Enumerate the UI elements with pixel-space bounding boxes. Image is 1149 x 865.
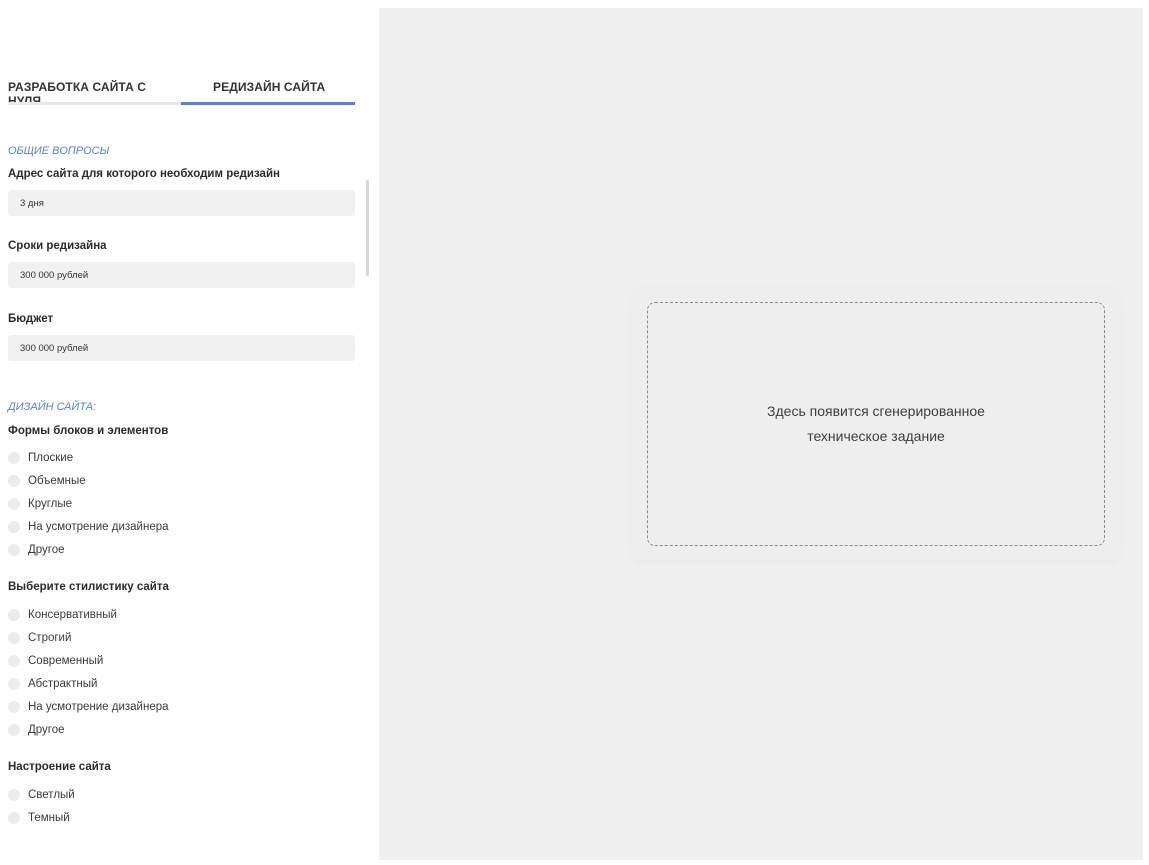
radio-icon xyxy=(8,723,20,736)
form-panel: РАЗРАБОТКА САЙТА С НУЛЯ РЕДИЗАЙН САЙТА О… xyxy=(0,0,372,865)
radio-label: На усмотрение дизайнера xyxy=(28,700,169,713)
field-label-timeline: Сроки редизайна xyxy=(8,240,107,252)
tab-new-site[interactable]: РАЗРАБОТКА САЙТА С НУЛЯ xyxy=(8,78,181,108)
tab-redesign[interactable]: РЕДИЗАЙН САЙТА xyxy=(181,78,355,105)
radio-icon xyxy=(8,543,20,556)
radio-label: Консервативный xyxy=(28,608,117,621)
radio-group-style: Консервативный Строгий Современный Абстр… xyxy=(8,603,308,741)
tab-underline xyxy=(8,102,181,105)
radio-label: Плоские xyxy=(28,451,74,464)
field-label-budget: Бюджет xyxy=(8,313,54,325)
radio-label: Объемные xyxy=(28,474,86,487)
radio-label: Другое xyxy=(28,543,65,556)
tab-active-underline xyxy=(181,102,355,105)
field-label-site-address: Адрес сайта для которого необходим редиз… xyxy=(8,168,280,180)
group-label-block-shapes: Формы блоков и элементов xyxy=(8,425,169,437)
timeline-input[interactable] xyxy=(8,262,355,288)
radio-label: Абстрактный xyxy=(28,677,98,690)
radio-icon xyxy=(8,811,20,824)
tab-redesign-label: РЕДИЗАЙН САЙТА xyxy=(213,80,326,94)
radio-label: Круглые xyxy=(28,497,73,510)
site-address-input[interactable] xyxy=(8,190,355,216)
radio-option[interactable]: Современный xyxy=(8,649,308,672)
radio-icon xyxy=(8,451,20,464)
radio-option[interactable]: Консервативный xyxy=(8,603,308,626)
section-title-design: ДИЗАЙН САЙТА: xyxy=(8,401,97,413)
radio-option[interactable]: Другое xyxy=(8,718,308,741)
radio-icon xyxy=(8,700,20,713)
radio-option[interactable]: Объемные xyxy=(8,469,308,492)
preview-panel: Здесь появится сгенерированное техническ… xyxy=(379,8,1143,860)
radio-icon xyxy=(8,654,20,667)
radio-option[interactable]: Строгий xyxy=(8,626,308,649)
radio-label: Темный xyxy=(28,811,70,824)
budget-input[interactable] xyxy=(8,335,355,361)
group-label-mood: Настроение сайта xyxy=(8,761,111,773)
output-placeholder: Здесь появится сгенерированное техническ… xyxy=(647,302,1105,546)
radio-icon xyxy=(8,608,20,621)
radio-label: Другое xyxy=(28,723,65,736)
section-title-general: ОБЩИЕ ВОПРОСЫ xyxy=(8,145,110,157)
radio-icon xyxy=(8,474,20,487)
radio-icon xyxy=(8,677,20,690)
radio-icon xyxy=(8,631,20,644)
radio-option[interactable]: Абстрактный xyxy=(8,672,308,695)
radio-label: Современный xyxy=(28,654,104,667)
output-line-1: Здесь появится сгенерированное xyxy=(767,403,985,419)
radio-option[interactable]: Круглые xyxy=(8,492,308,515)
output-card: Здесь появится сгенерированное техническ… xyxy=(633,288,1119,560)
radio-option[interactable]: Другое xyxy=(8,538,308,561)
scrollbar[interactable] xyxy=(366,180,369,276)
group-label-style: Выберите стилистику сайта xyxy=(8,581,169,593)
radio-option[interactable]: На усмотрение дизайнера xyxy=(8,695,308,718)
radio-option[interactable]: Светлый xyxy=(8,783,308,806)
tab-bar: РАЗРАБОТКА САЙТА С НУЛЯ РЕДИЗАЙН САЙТА xyxy=(8,78,355,108)
radio-icon xyxy=(8,520,20,533)
radio-icon xyxy=(8,788,20,801)
radio-group-mood: Светлый Темный xyxy=(8,783,308,829)
radio-label: Светлый xyxy=(28,788,75,801)
radio-group-block-shapes: Плоские Объемные Круглые На усмотрение д… xyxy=(8,446,308,561)
radio-label: На усмотрение дизайнера xyxy=(28,520,169,533)
output-line-2: техническое задание xyxy=(807,428,945,444)
output-placeholder-text: Здесь появится сгенерированное техническ… xyxy=(767,399,985,449)
radio-icon xyxy=(8,497,20,510)
radio-option[interactable]: Темный xyxy=(8,806,308,829)
radio-option[interactable]: Плоские xyxy=(8,446,308,469)
radio-label: Строгий xyxy=(28,631,72,644)
radio-option[interactable]: На усмотрение дизайнера xyxy=(8,515,308,538)
